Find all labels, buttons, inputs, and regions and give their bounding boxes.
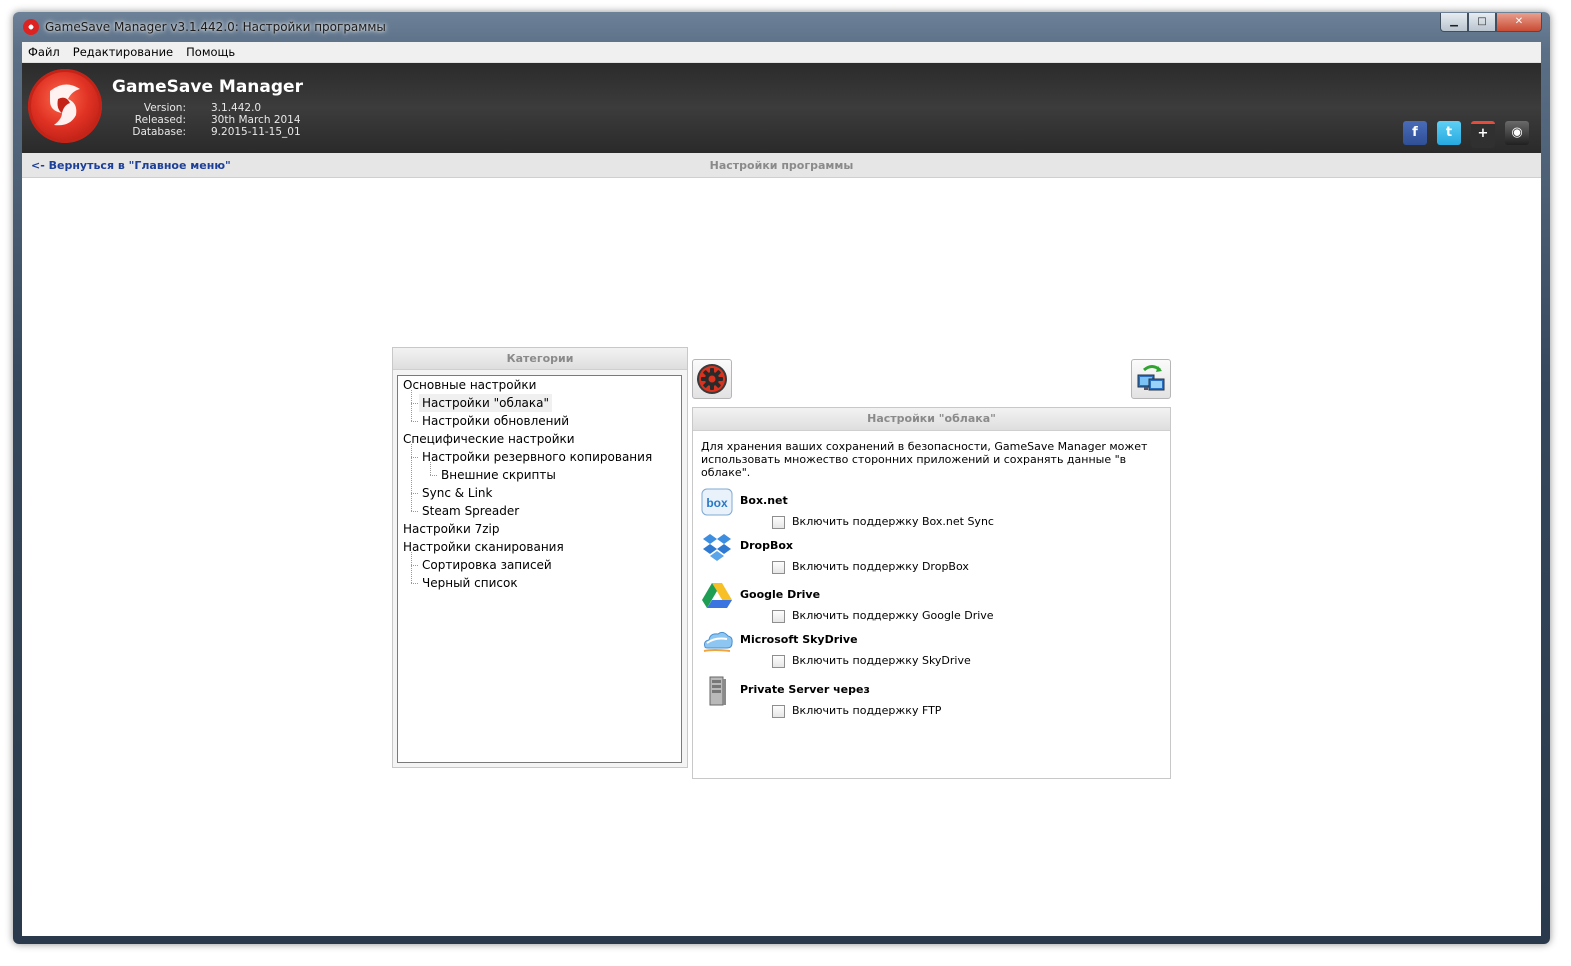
svg-text:box: box <box>706 496 728 510</box>
tree-connector <box>411 565 418 566</box>
service-name: Private Server через <box>740 683 870 696</box>
service-dropbox: DropBox Включить поддержку DropBox <box>701 531 1161 577</box>
app-icon <box>23 19 39 35</box>
service-name: Google Drive <box>740 588 821 601</box>
page-title: Настройки программы <box>709 159 854 172</box>
tree-connector <box>411 511 418 512</box>
tree-connector <box>411 583 418 584</box>
cloud-settings-header: Настройки "облака" <box>693 408 1170 431</box>
tree-connector <box>411 390 412 421</box>
category-item[interactable]: Внешние скрипты <box>441 466 556 484</box>
version-value: 3.1.442.0 <box>211 102 262 114</box>
cloud-description: Для хранения ваших сохранений в безопасн… <box>701 440 1148 479</box>
tree-connector <box>411 403 418 404</box>
sync-button[interactable] <box>1131 359 1171 399</box>
service-private-server: Private Server через Включить поддержку … <box>701 675 1161 721</box>
categories-header: Категории <box>393 348 687 370</box>
twitter-icon[interactable]: t <box>1437 121 1461 145</box>
menu-edit[interactable]: Редактирование <box>73 45 173 59</box>
tree-connector <box>411 493 418 494</box>
menu-bar: Файл Редактирование Помощь <box>22 42 1541 63</box>
skydrive-icon <box>703 631 733 652</box>
tree-connector <box>411 457 418 458</box>
maximize-button[interactable]: □ <box>1468 13 1496 32</box>
service-name: Box.net <box>740 494 788 507</box>
service-name: DropBox <box>740 539 794 552</box>
category-item[interactable]: Sync & Link <box>422 484 492 502</box>
checkbox-label[interactable]: Включить поддержку Google Drive <box>792 609 994 622</box>
minimize-button[interactable]: ▁ <box>1440 13 1468 32</box>
category-item[interactable]: Настройки обновлений <box>422 412 569 430</box>
close-button[interactable]: ✕ <box>1496 13 1542 32</box>
category-item[interactable]: Steam Spreader <box>422 502 519 520</box>
box-icon: box <box>701 488 733 516</box>
checkbox-label[interactable]: Включить поддержку Box.net Sync <box>792 515 994 528</box>
category-item[interactable]: Настройки 7zip <box>403 520 499 538</box>
social-links: f t + ◉ <box>1393 121 1529 148</box>
categories-panel: Категории Основные настройки Настройки "о… <box>392 347 688 768</box>
google-plus-icon[interactable]: + <box>1471 121 1495 148</box>
menu-file[interactable]: Файл <box>28 45 60 59</box>
facebook-icon[interactable]: f <box>1403 121 1427 145</box>
category-item[interactable]: Черный список <box>422 574 518 592</box>
skydrive-checkbox[interactable] <box>772 655 785 668</box>
dropbox-icon <box>703 534 731 561</box>
version-label: Version: <box>143 102 186 114</box>
app-window: GameSave Manager v3.1.442.0: Настройки п… <box>13 12 1550 944</box>
category-item[interactable]: Настройки сканирования <box>403 538 564 556</box>
menu-help[interactable]: Помощь <box>186 45 235 59</box>
checkbox-label[interactable]: Включить поддержку SkyDrive <box>792 654 971 667</box>
category-item[interactable]: Основные настройки <box>403 376 536 394</box>
ftp-checkbox[interactable] <box>772 705 785 718</box>
google-drive-icon <box>702 583 732 608</box>
released-value: 30th March 2014 <box>211 114 301 126</box>
database-value: 9.2015-11-15_01 <box>211 126 301 138</box>
tree-connector <box>411 421 418 422</box>
info-labels: Version: Released: Database: <box>118 102 186 138</box>
released-label: Released: <box>134 114 186 126</box>
category-item[interactable]: Сортировка записей <box>422 556 552 574</box>
client-area: Файл Редактирование Помощь GameSave Mana… <box>22 42 1541 936</box>
service-skydrive: Microsoft SkyDrive Включить поддержку Sk… <box>701 625 1161 671</box>
checkbox-label[interactable]: Включить поддержку DropBox <box>792 560 969 573</box>
tree-connector <box>430 475 437 476</box>
app-name: GameSave Manager <box>112 77 303 97</box>
service-name: Microsoft SkyDrive <box>740 633 858 646</box>
window-controls: ▁ □ ✕ <box>1440 13 1542 32</box>
gear-icon <box>697 364 727 394</box>
tree-connector <box>411 444 412 511</box>
box-sync-checkbox[interactable] <box>772 516 785 529</box>
database-label: Database: <box>132 126 186 138</box>
navigation-strip: Настройки программы <- Вернуться в "Глав… <box>22 153 1541 178</box>
cloud-settings-panel: Настройки "облака" Для хранения ваших со… <box>692 407 1171 779</box>
category-item[interactable]: Настройки резервного копирования <box>422 448 652 466</box>
categories-tree[interactable]: Основные настройки Настройки "облака" Наст… <box>397 375 682 763</box>
category-item[interactable]: Настройки "облака" <box>419 394 552 412</box>
settings-gear-button[interactable] <box>692 359 732 399</box>
service-google-drive: Google Drive Включить поддержку Google D… <box>701 580 1161 626</box>
tree-connector <box>411 552 412 583</box>
info-values: 3.1.442.0 30th March 2014 9.2015-11-15_0… <box>211 102 301 138</box>
server-icon <box>709 676 726 706</box>
checkbox-label[interactable]: Включить поддержку FTP <box>792 704 941 717</box>
dropbox-checkbox[interactable] <box>772 561 785 574</box>
gamesave-logo-icon <box>28 69 102 143</box>
google-drive-checkbox[interactable] <box>772 610 785 623</box>
steam-icon[interactable]: ◉ <box>1505 121 1529 145</box>
sync-computers-icon <box>1137 365 1165 391</box>
category-item[interactable]: Специфические настройки <box>403 430 575 448</box>
service-box: box Box.net Включить поддержку Box.net S… <box>701 486 1161 532</box>
back-to-main-menu-link[interactable]: <- Вернуться в "Главное меню" <box>31 159 231 172</box>
app-header: GameSave Manager Version: Released: Data… <box>22 63 1541 153</box>
title-bar[interactable]: GameSave Manager v3.1.442.0: Настройки п… <box>13 12 1550 42</box>
window-title: GameSave Manager v3.1.442.0: Настройки п… <box>45 20 386 34</box>
